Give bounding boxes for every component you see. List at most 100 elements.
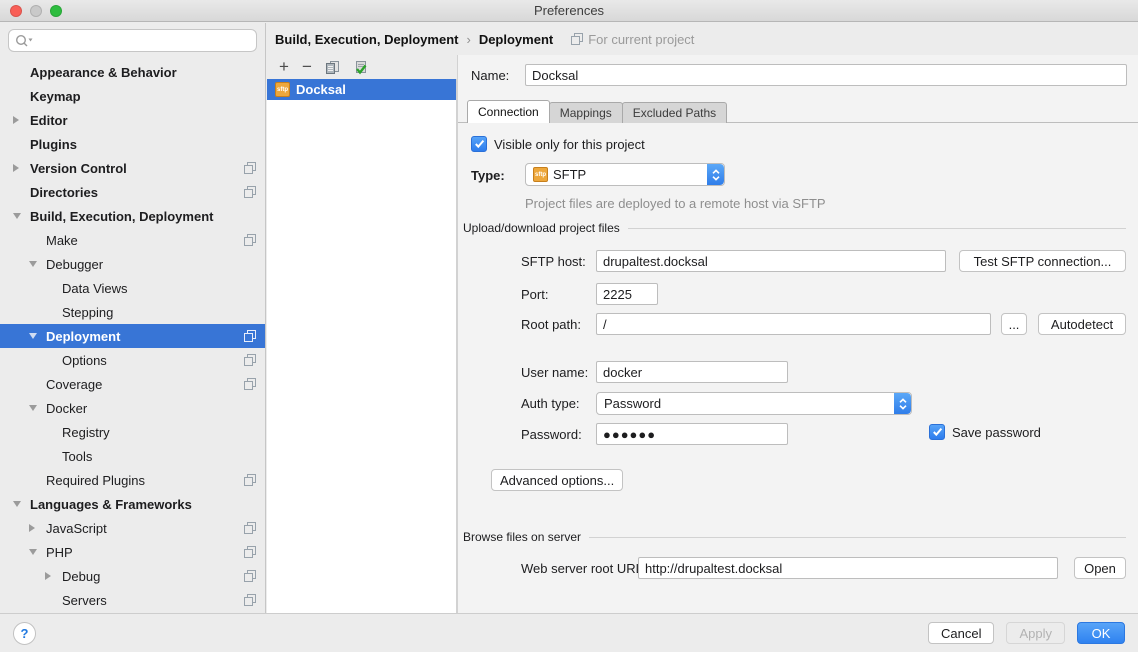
project-scope-icon [244,522,256,534]
save-password-row[interactable]: Save password [929,424,1041,440]
sidebar-item-make[interactable]: Make [0,228,265,252]
sftp-host-field[interactable]: drupaltest.docksal [596,250,946,272]
auth-type-label: Auth type: [521,396,580,411]
password-field[interactable]: ●●●●●● [596,423,788,445]
apply-button: Apply [1006,622,1065,644]
chevron-down-icon[interactable] [29,333,46,339]
sidebar-item-label: Make [46,233,78,248]
server-list: sftpDocksal [267,79,457,613]
title-bar: Preferences [0,0,1138,22]
sidebar-item-php[interactable]: PHP [0,540,265,564]
sftp-host-label: SFTP host: [521,254,586,269]
user-name-field[interactable]: docker [596,361,788,383]
browse-section-label: Browse files on server [463,530,581,544]
auth-type-select[interactable]: Password [596,392,912,415]
footer-buttons: Cancel Apply OK [928,622,1125,644]
sidebar-item-label: Build, Execution, Deployment [30,209,213,224]
password-label: Password: [521,427,582,442]
sidebar-item-label: Data Views [62,281,128,296]
port-label: Port: [521,287,548,302]
port-field[interactable]: 2225 [596,283,658,305]
visible-project-checkbox[interactable] [471,136,487,152]
sidebar-item-data-views[interactable]: Data Views [0,276,265,300]
breadcrumb-page: Deployment [479,32,553,47]
breadcrumb-section[interactable]: Build, Execution, Deployment [275,32,458,47]
sidebar-item-stepping[interactable]: Stepping [0,300,265,324]
chevron-down-icon[interactable] [29,549,46,555]
test-sftp-button[interactable]: Test SFTP connection... [959,250,1126,272]
sidebar-item-docker[interactable]: Docker [0,396,265,420]
visible-project-checkbox-row[interactable]: Visible only for this project [471,136,645,152]
open-button[interactable]: Open [1074,557,1126,579]
sidebar-item-debug[interactable]: Debug [0,564,265,588]
chevron-right-icon[interactable] [29,524,46,532]
server-item-label: Docksal [296,82,346,97]
sidebar-item-appearance-behavior[interactable]: Appearance & Behavior [0,60,265,84]
web-root-value: http://drupaltest.docksal [645,561,782,576]
sidebar-item-debugger[interactable]: Debugger [0,252,265,276]
remove-server-icon[interactable]: − [302,60,312,74]
tab-connection[interactable]: Connection [467,100,550,123]
sidebar-item-languages-frameworks[interactable]: Languages & Frameworks [0,492,265,516]
project-scope-icon [244,186,256,198]
sidebar-item-label: Plugins [30,137,77,152]
sidebar-item-registry[interactable]: Registry [0,420,265,444]
footer-bar: ? Cancel Apply OK [0,613,1138,652]
zoom-window-icon[interactable] [50,5,62,17]
chevron-right-icon[interactable] [13,164,30,172]
type-label: Type: [471,168,505,183]
chevron-right-icon[interactable] [13,116,30,124]
project-scope-icon [244,354,256,366]
chevron-down-icon[interactable] [29,261,46,267]
sidebar-item-label: Editor [30,113,68,128]
sidebar-item-options[interactable]: Options [0,348,265,372]
use-as-default-icon[interactable] [353,60,368,75]
tab-mappings[interactable]: Mappings [549,102,623,123]
sidebar-item-version-control[interactable]: Version Control [0,156,265,180]
add-server-icon[interactable]: + [279,60,289,74]
sidebar-item-required-plugins[interactable]: Required Plugins [0,468,265,492]
cancel-button[interactable]: Cancel [928,622,994,644]
close-window-icon[interactable] [10,5,22,17]
name-value: Docksal [532,68,578,83]
autodetect-button[interactable]: Autodetect [1038,313,1126,335]
root-path-browse-button[interactable]: ... [1001,313,1027,335]
sidebar-item-deployment[interactable]: Deployment [0,324,265,348]
settings-search-input[interactable] [8,29,257,52]
copy-server-icon[interactable] [325,60,340,75]
sidebar-item-label: Keymap [30,89,81,104]
root-path-field[interactable]: / [596,313,991,335]
sidebar-item-label: Directories [30,185,98,200]
upload-section-label: Upload/download project files [463,221,620,235]
web-root-label: Web server root URL: [521,561,646,576]
type-select[interactable]: sftp SFTP [525,163,725,186]
sidebar-item-label: Appearance & Behavior [30,65,177,80]
chevron-down-icon[interactable] [13,213,30,219]
project-scope-icon [244,594,256,606]
server-item-docksal[interactable]: sftpDocksal [267,79,456,100]
sidebar-item-plugins[interactable]: Plugins [0,132,265,156]
sidebar-item-directories[interactable]: Directories [0,180,265,204]
sidebar-item-coverage[interactable]: Coverage [0,372,265,396]
content-area: Build, Execution, Deployment › Deploymen… [267,23,1138,613]
chevron-down-icon[interactable] [13,501,30,507]
sidebar-item-javascript[interactable]: JavaScript [0,516,265,540]
web-root-field[interactable]: http://drupaltest.docksal [638,557,1058,579]
project-scope-icon [244,234,256,246]
advanced-options-button[interactable]: Advanced options... [491,469,623,491]
sidebar-item-servers[interactable]: Servers [0,588,265,612]
sidebar-item-keymap[interactable]: Keymap [0,84,265,108]
help-button[interactable]: ? [13,622,36,645]
save-password-checkbox[interactable] [929,424,945,440]
chevron-right-icon[interactable] [45,572,62,580]
chevron-down-icon[interactable] [29,405,46,411]
project-scope-badge: For current project [571,32,694,47]
name-field[interactable]: Docksal [525,64,1127,86]
select-stepper-icon [707,164,724,185]
sidebar-item-editor[interactable]: Editor [0,108,265,132]
ok-button[interactable]: OK [1077,622,1125,644]
sidebar-item-build-execution-deployment[interactable]: Build, Execution, Deployment [0,204,265,228]
sidebar-item-tools[interactable]: Tools [0,444,265,468]
tab-excluded-paths[interactable]: Excluded Paths [622,102,727,123]
type-value: SFTP [553,167,586,182]
